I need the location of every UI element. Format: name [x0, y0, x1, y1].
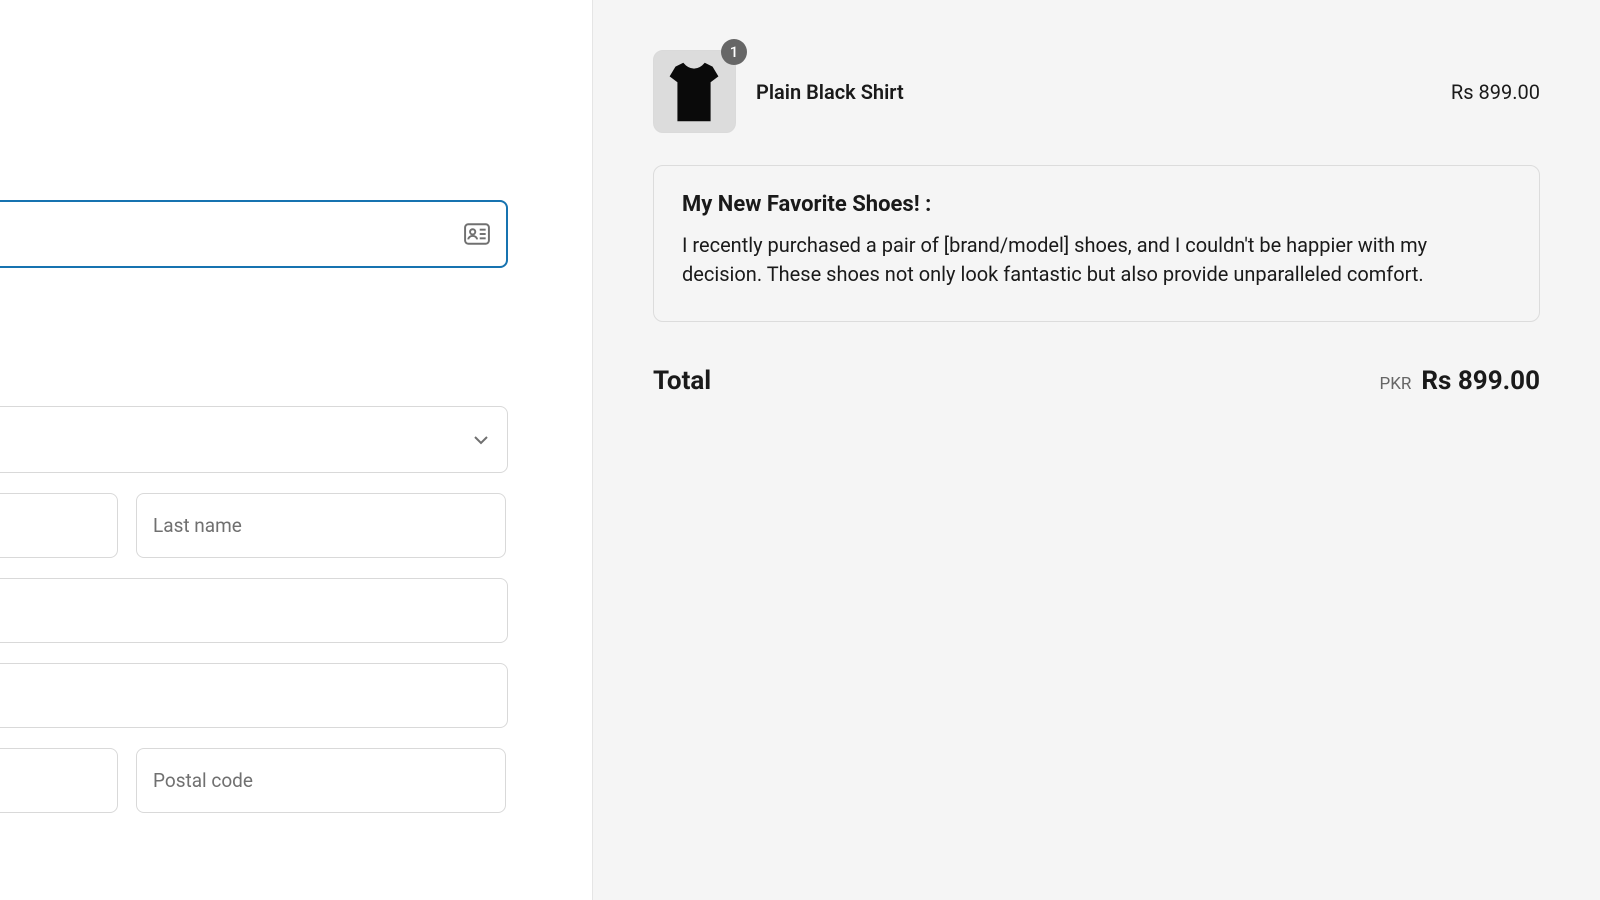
offers-checkbox-label[interactable]: offers: [0, 288, 563, 311]
total-row: Total PKR Rs 899.00: [653, 366, 1540, 396]
item-price: Rs 899.00: [1451, 80, 1540, 104]
page-title: sion: [0, 36, 563, 83]
currency-code: PKR: [1380, 374, 1412, 394]
chevron-down-icon: [473, 435, 489, 445]
shirt-image-icon: [654, 50, 735, 133]
name-row: Last name: [0, 493, 508, 558]
review-title: My New Favorite Shoes! :: [682, 192, 1511, 217]
country-select[interactable]: [0, 406, 508, 473]
review-body: I recently purchased a pair of [brand/mo…: [682, 231, 1511, 289]
page-subtitle: t: [0, 99, 563, 122]
cart-line-item: 1 Plain Black Shirt Rs 899.00: [653, 50, 1540, 133]
address-field[interactable]: [0, 578, 508, 643]
item-thumbnail-wrap: 1: [653, 50, 736, 133]
contact-field-wrap: [0, 200, 508, 268]
order-summary-pane: 1 Plain Black Shirt Rs 899.00 My New Fav…: [593, 0, 1600, 900]
item-name: Plain Black Shirt: [756, 80, 1431, 104]
total-amount: Rs 899.00: [1421, 366, 1540, 396]
first-name-field[interactable]: [0, 493, 118, 558]
item-thumbnail: [653, 50, 736, 133]
total-amount-wrap: PKR Rs 899.00: [1380, 366, 1540, 396]
city-field[interactable]: [0, 748, 118, 813]
contact-card-icon: [464, 223, 490, 245]
qty-badge: 1: [721, 39, 747, 65]
checkout-form-pane: sion t offers Last name nal) Postal cod: [0, 0, 593, 900]
pane-divider: [592, 0, 593, 900]
review-card: My New Favorite Shoes! : I recently purc…: [653, 165, 1540, 322]
total-label: Total: [653, 366, 711, 396]
last-name-placeholder: Last name: [153, 514, 242, 537]
postal-code-field[interactable]: Postal code: [136, 748, 506, 813]
last-name-field[interactable]: Last name: [136, 493, 506, 558]
postal-placeholder: Postal code: [153, 769, 253, 792]
city-postal-row: Postal code: [0, 748, 508, 813]
contact-input[interactable]: [0, 200, 508, 268]
address2-field[interactable]: nal): [0, 663, 508, 728]
